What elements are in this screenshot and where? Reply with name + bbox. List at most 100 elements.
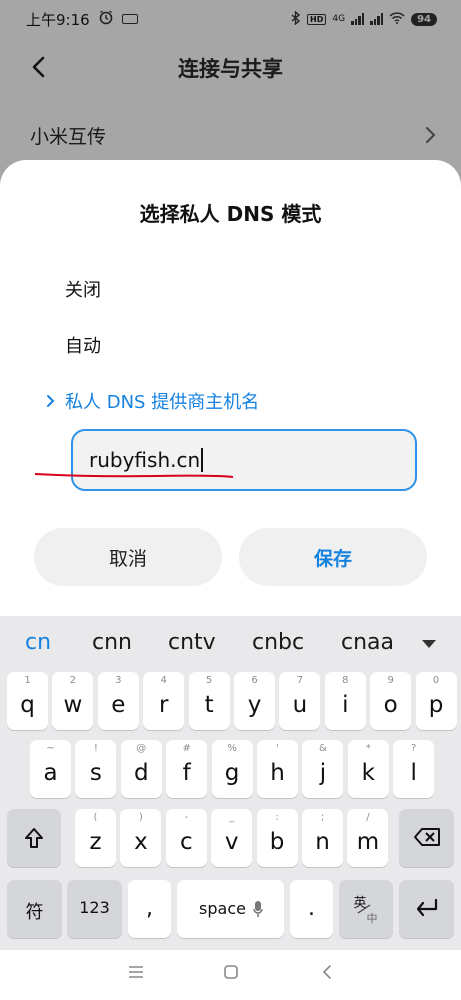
key-label: w [63, 692, 83, 718]
key-label: e [111, 692, 126, 718]
key-label: y [247, 692, 262, 718]
hostname-input[interactable]: rubyfish.cn [71, 429, 417, 491]
key-l[interactable]: ? l [393, 740, 435, 798]
key-secondary-label: / [366, 812, 370, 823]
numbers-key[interactable]: 123 [67, 880, 122, 938]
key-u[interactable]: 7u [279, 672, 321, 730]
suggestion-item[interactable]: cnaa [341, 630, 394, 655]
key-g[interactable]: % g [211, 740, 253, 798]
key-label: o [383, 692, 398, 718]
comma-key-label: , [146, 896, 153, 921]
wifi-icon [389, 11, 405, 27]
period-key[interactable]: . [290, 880, 333, 938]
key-e[interactable]: 3e [97, 672, 139, 730]
alarm-icon [98, 9, 114, 29]
option-off[interactable]: 关闭 [65, 276, 101, 302]
home-icon[interactable] [223, 964, 239, 980]
expand-suggestions-icon[interactable] [420, 638, 438, 650]
key-c[interactable]: -c [165, 809, 207, 867]
key-label: s [89, 760, 102, 786]
key-y[interactable]: 6y [234, 672, 275, 730]
option-auto[interactable]: 自动 [65, 332, 101, 358]
key-secondary-label: 4 [160, 675, 167, 686]
key-secondary-label: ; [320, 812, 325, 823]
key-i[interactable]: 8i [324, 672, 366, 730]
key-t[interactable]: 5t [188, 672, 230, 730]
key-secondary-label: ( [93, 812, 98, 823]
key-secondary-label: * [365, 743, 371, 754]
text-caret [201, 448, 204, 472]
key-label: l [410, 760, 417, 786]
key-label: j [319, 760, 327, 786]
key-secondary-label: 7 [296, 675, 304, 686]
key-secondary-label: ! [93, 743, 98, 754]
back-arrow-icon[interactable] [24, 52, 54, 82]
key-secondary-label: & [318, 743, 327, 754]
suggestion-item[interactable]: cntv [168, 630, 216, 655]
key-q[interactable]: 1q [7, 672, 48, 730]
key-s[interactable]: ! s [75, 740, 117, 798]
suggestion-item[interactable]: cnn [92, 630, 132, 655]
shift-key[interactable] [7, 809, 61, 867]
hd-badge: HD [307, 13, 327, 25]
status-time: 上午9:16 [26, 10, 90, 29]
key-label: q [20, 692, 35, 718]
key-b[interactable]: :b [256, 809, 298, 867]
key-a[interactable]: ~ a [30, 740, 71, 798]
comma-key[interactable]: , [128, 880, 171, 938]
key-v[interactable]: _ v [211, 809, 253, 867]
key-p[interactable]: 0p [415, 672, 457, 730]
enter-key[interactable] [399, 880, 454, 938]
suggestion-bar: cn cnn cntv cnbc cnaa [0, 616, 461, 672]
key-secondary-label: - [184, 812, 189, 823]
key-label: d [133, 760, 149, 786]
key-secondary-label: 9 [387, 675, 394, 686]
backspace-key[interactable] [399, 809, 454, 867]
key-m[interactable]: / m [347, 809, 389, 867]
key-label: f [182, 760, 191, 786]
lang-bottom-label: 中 [366, 912, 378, 925]
key-label: b [269, 829, 285, 855]
signal-icon-2 [370, 13, 384, 25]
chevron-right-icon [420, 124, 440, 146]
menu-icon[interactable] [128, 965, 144, 979]
key-secondary-label: : [275, 812, 279, 823]
page-title: 连接与共享 [178, 57, 283, 81]
suggestion-item[interactable]: cnbc [252, 630, 304, 655]
dns-mode-dialog: 选择私人 DNS 模式 关闭 自动 私人 DNS 提供商主机名 rubyfish… [0, 160, 461, 616]
key-k[interactable]: * k [347, 740, 389, 798]
bluetooth-icon [291, 9, 301, 28]
numbers-key-label: 123 [79, 898, 110, 917]
space-key[interactable]: space [177, 880, 284, 938]
key-secondary-label: ? [411, 743, 417, 754]
key-x[interactable]: ) x [120, 809, 162, 867]
mi-share-row[interactable]: 小米互传 [30, 118, 440, 152]
key-z[interactable]: (z [75, 809, 116, 867]
key-d[interactable]: @ d [120, 740, 162, 798]
back-icon[interactable] [321, 964, 333, 980]
symbols-key[interactable]: 符 [7, 880, 62, 938]
key-secondary-label: 2 [69, 675, 77, 686]
key-f[interactable]: # f [166, 740, 208, 798]
language-switch-key[interactable]: 英 中 [339, 880, 393, 938]
key-n[interactable]: ; n [302, 809, 343, 867]
key-label: v [224, 829, 239, 855]
key-j[interactable]: & j [302, 740, 344, 798]
save-button[interactable]: 保存 [239, 528, 427, 586]
key-label: r [158, 692, 169, 718]
key-h[interactable]: ' h [257, 740, 298, 798]
suggestion-item[interactable]: cn [25, 630, 51, 655]
key-secondary-label: 1 [24, 675, 31, 686]
key-label: i [342, 692, 349, 718]
symbols-key-label: 符 [25, 902, 44, 923]
key-r[interactable]: 4r [143, 672, 185, 730]
key-o[interactable]: 9o [370, 672, 412, 730]
signal-icon [351, 13, 365, 25]
key-label: n [315, 829, 330, 855]
key-secondary-label: % [227, 743, 237, 754]
key-secondary-label: @ [136, 743, 147, 754]
cancel-button[interactable]: 取消 [34, 528, 222, 586]
battery-badge: 94 [411, 12, 437, 26]
key-w[interactable]: 2w [52, 672, 94, 730]
option-private-dns[interactable]: 私人 DNS 提供商主机名 [44, 388, 259, 414]
